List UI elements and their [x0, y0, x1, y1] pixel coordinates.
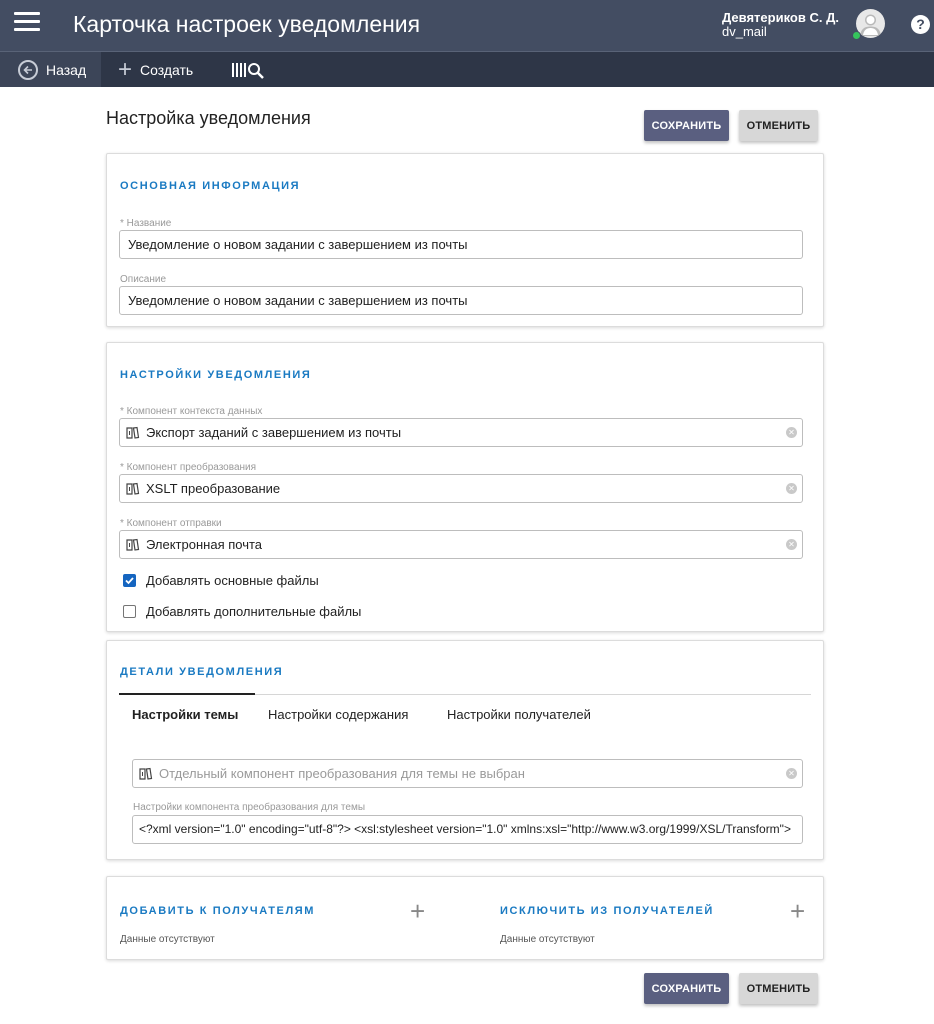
tab-recipient-settings[interactable]: Настройки получателей	[447, 707, 591, 722]
subject-settings-input[interactable]: <?xml version="1.0" encoding="utf-8"?> <…	[132, 815, 803, 844]
save-button-top[interactable]: СОХРАНИТЬ	[644, 110, 729, 141]
name-label: * Название	[120, 218, 172, 229]
description-input[interactable]: Уведомление о новом задании с завершение…	[119, 286, 803, 315]
app-title: Карточка настроек уведомления	[73, 11, 421, 37]
clear-x-icon[interactable]: ✕	[786, 768, 797, 779]
arrow-left-circle-icon	[18, 59, 38, 80]
subject-settings-label: Настройки компонента преобразования для …	[133, 802, 366, 813]
library-search-icon[interactable]	[231, 52, 267, 87]
details-title: ДЕТАЛИ УВЕДОМЛЕНИЯ	[120, 666, 284, 678]
add-recipients-title: ДОБАВИТЬ К ПОЛУЧАТЕЛЯМ	[120, 905, 316, 917]
transform-label: * Компонент преобразования	[120, 462, 257, 473]
page-title: Настройка уведомления	[106, 108, 311, 128]
details-card: ДЕТАЛИ УВЕДОМЛЕНИЯ Настройки темы Настро…	[106, 640, 824, 860]
cancel-button-top[interactable]: ОТМЕНИТЬ	[739, 110, 818, 141]
add-main-files-label: Добавлять основные файлы	[146, 573, 319, 588]
transform-field[interactable]: XSLT преобразование ✕	[119, 474, 803, 503]
notification-settings-title: НАСТРОЙКИ УВЕДОМЛЕНИЯ	[120, 369, 312, 381]
user-name: Девятериков С. Д.	[722, 10, 839, 25]
clear-x-icon[interactable]: ✕	[786, 427, 797, 438]
checkbox-checked-icon[interactable]	[123, 574, 136, 587]
add-extra-files-label: Добавлять дополнительные файлы	[146, 604, 362, 619]
recipients-card: ДОБАВИТЬ К ПОЛУЧАТЕЛЯМ + Данные отсутств…	[106, 876, 824, 960]
basic-info-card: ОСНОВНАЯ ИНФОРМАЦИЯ * Название Уведомлен…	[106, 153, 824, 327]
clear-x-icon[interactable]: ✕	[786, 483, 797, 494]
add-recipients-empty: Данные отсутствуют	[120, 934, 215, 945]
book-lookup-icon	[126, 482, 140, 495]
hamburger-icon[interactable]	[14, 12, 40, 32]
transform-value: XSLT преобразование	[146, 481, 281, 496]
subject-component-field[interactable]: Отдельный компонент преобразования для т…	[132, 759, 803, 788]
data-context-value: Экспорт заданий с завершением из почты	[146, 425, 402, 440]
exclude-recipient-plus-icon[interactable]: +	[790, 898, 805, 924]
online-status-dot	[852, 31, 861, 40]
add-recipient-plus-icon[interactable]: +	[410, 898, 425, 924]
add-extra-files-checkbox[interactable]: Добавлять дополнительные файлы	[123, 604, 361, 619]
book-lookup-icon	[126, 426, 140, 439]
clear-x-icon[interactable]: ✕	[786, 539, 797, 550]
data-context-field[interactable]: Экспорт заданий с завершением из почты ✕	[119, 418, 803, 447]
notification-settings-card: НАСТРОЙКИ УВЕДОМЛЕНИЯ * Компонент контек…	[106, 342, 824, 632]
save-button-bottom[interactable]: СОХРАНИТЬ	[644, 973, 729, 1004]
tab-subject-settings[interactable]: Настройки темы	[132, 707, 238, 722]
checkbox-unchecked-icon[interactable]	[123, 605, 136, 618]
back-label: Назад	[46, 61, 87, 78]
user-info[interactable]: Девятериков С. Д. dv_mail	[722, 11, 839, 39]
app-header: Карточка настроек уведомления Девятерико…	[0, 0, 934, 51]
send-field[interactable]: Электронная почта ✕	[119, 530, 803, 559]
question-icon[interactable]: ?	[911, 15, 930, 34]
user-login: dv_mail	[722, 24, 767, 39]
book-lookup-icon	[139, 767, 153, 780]
exclude-recipients-title: ИСКЛЮЧИТЬ ИЗ ПОЛУЧАТЕЛЕЙ	[500, 905, 714, 917]
name-input[interactable]: Уведомление о новом задании с завершение…	[119, 230, 803, 259]
toolbar: Назад + Создать	[0, 51, 934, 87]
cancel-button-bottom[interactable]: ОТМЕНИТЬ	[739, 973, 818, 1004]
description-label: Описание	[120, 274, 167, 285]
tab-content-settings[interactable]: Настройки содержания	[268, 707, 408, 722]
plus-icon: +	[118, 55, 133, 83]
send-label: * Компонент отправки	[120, 518, 222, 529]
create-label: Создать	[140, 61, 194, 78]
data-context-label: * Компонент контекста данных	[120, 406, 263, 417]
back-button[interactable]: Назад	[0, 52, 101, 87]
exclude-recipients-empty: Данные отсутствуют	[500, 934, 595, 945]
create-button[interactable]: + Создать	[118, 52, 193, 87]
book-lookup-icon	[126, 538, 140, 551]
subject-component-placeholder: Отдельный компонент преобразования для т…	[159, 766, 525, 781]
basic-info-title: ОСНОВНАЯ ИНФОРМАЦИЯ	[120, 180, 301, 192]
send-value: Электронная почта	[146, 537, 263, 552]
add-main-files-checkbox[interactable]: Добавлять основные файлы	[123, 573, 319, 588]
tab-active-indicator	[119, 693, 255, 695]
